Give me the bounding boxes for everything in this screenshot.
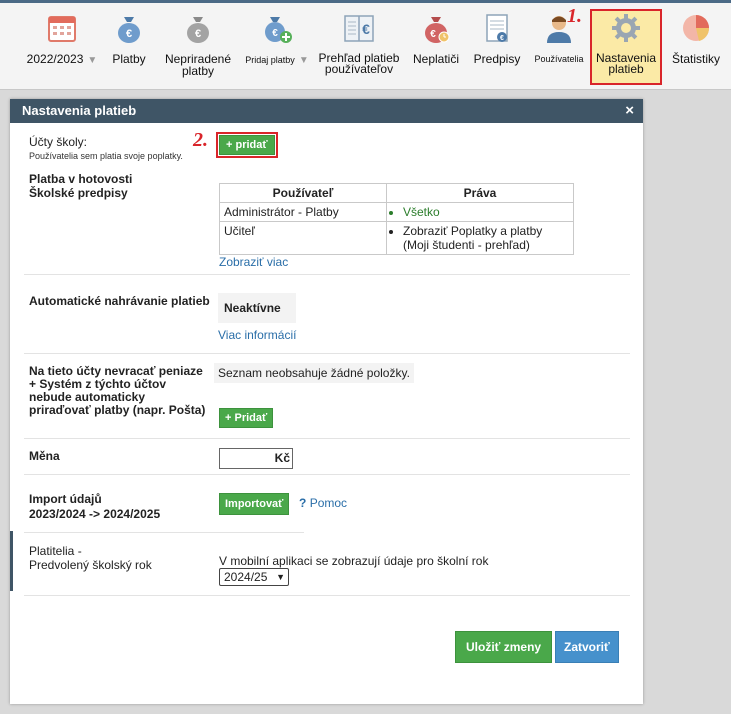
auto-upload-label: Automatické nahrávanie platieb	[29, 294, 210, 308]
close-button[interactable]: Zatvoriť	[555, 631, 619, 663]
empty-list-text: Seznam neobsahuje žádné položky.	[214, 363, 414, 383]
rights-item: Všetko	[403, 205, 569, 219]
row-rights: Zobraziť Poplatky a platby (Moji študent…	[386, 221, 574, 255]
toolbar-prescriptions-label: Predpisy	[473, 52, 521, 66]
payment-settings-dialog: Nastavenia platieb × Účty školy: Používa…	[10, 99, 643, 704]
calendar-icon	[48, 16, 76, 42]
toolbar-payment-settings[interactable]: Nastavenia platieb	[592, 11, 660, 75]
toolbar-users-payments-overview[interactable]: € Prehľad platieb používateľov	[314, 11, 404, 75]
money-bag-euro-icon: €	[118, 17, 140, 43]
svg-text:€: €	[500, 35, 504, 42]
rights-table-header: Používateľ Práva	[219, 183, 574, 203]
toolbar: 2022/2023 ▼ € Platby € Nepriradené platby…	[0, 3, 731, 90]
svg-text:€: €	[195, 28, 201, 40]
toolbar-non-payers-label: Neplatiči	[412, 52, 460, 66]
import-label: Import údajů	[29, 492, 102, 506]
svg-text:€: €	[430, 29, 436, 40]
toolbar-statistics[interactable]: Štatistiky	[668, 11, 724, 65]
svg-text:€: €	[362, 21, 370, 37]
school-accounts-note: Používatelia sem platia svoje poplatky.	[29, 151, 183, 161]
show-more-link[interactable]: Zobraziť viac	[219, 255, 288, 269]
step-1-annotation: 1.	[567, 5, 582, 27]
divider	[24, 438, 630, 439]
divider	[24, 532, 304, 533]
divider	[24, 474, 630, 475]
cash-payment-label: Platba v hotovosti	[29, 172, 133, 186]
payers-label: Platitelia -	[29, 544, 82, 558]
question-icon: ?	[299, 496, 307, 510]
toolbar-users-payments-overview-label: Prehľad platieb používateľov	[318, 51, 400, 76]
school-accounts-label: Účty školy:	[29, 135, 88, 149]
add-account-button[interactable]: + pridať	[219, 135, 275, 155]
table-row: Učiteľ Zobraziť Poplatky a platby (Moji …	[219, 221, 574, 255]
svg-text:€: €	[126, 28, 132, 40]
column-header-rights: Práva	[386, 183, 574, 203]
chevron-down-icon: ▼	[276, 572, 285, 582]
rights-table: Používateľ Práva Administrátor - Platby …	[219, 183, 574, 255]
toolbar-payments-label: Platby	[112, 52, 146, 66]
toolbar-users-label: Používatelia	[534, 54, 584, 64]
document-euro-icon: €	[486, 14, 508, 42]
help-label: Pomoc	[309, 496, 348, 510]
help-link[interactable]: ? Pomoc	[299, 496, 347, 510]
dialog-header: Nastavenia platieb ×	[10, 99, 643, 123]
toolbar-statistics-label: Štatistiky	[671, 52, 720, 66]
close-icon[interactable]: ×	[625, 99, 634, 123]
toolbar-payment-settings-label: Nastavenia platieb	[595, 51, 657, 76]
toolbar-prescriptions[interactable]: € Predpisy	[470, 11, 524, 65]
pie-chart-icon	[683, 15, 710, 41]
money-bag-add-icon: €	[265, 17, 292, 43]
default-school-year-label: Predvolený školský rok	[29, 558, 152, 572]
toolbar-payments[interactable]: € Platby	[106, 11, 152, 65]
add-account-highlight: + pridať	[216, 132, 278, 158]
toolbar-unassigned-payments-label: Nepriradené platby	[164, 52, 232, 78]
divider	[24, 274, 630, 275]
row-user: Administrátor - Platby	[219, 202, 387, 222]
toolbar-school-year-label: 2022/2023	[26, 52, 84, 66]
currency-input[interactable]: Kč	[219, 448, 293, 469]
toolbar-non-payers[interactable]: € Neplatiči	[410, 11, 462, 65]
table-row: Administrátor - Platby Všetko	[219, 202, 574, 222]
svg-text:€: €	[272, 28, 278, 39]
toolbar-school-year[interactable]: 2022/2023 ▼	[22, 11, 102, 67]
dialog-title: Nastavenia platieb	[22, 103, 137, 118]
row-user: Učiteľ	[219, 221, 387, 255]
divider	[24, 595, 630, 596]
toolbar-unassigned-payments[interactable]: € Nepriradené platby	[160, 11, 236, 77]
add-no-return-account-button[interactable]: + Pridať	[219, 408, 274, 428]
toolbar-add-payments-label: Pridaj platby	[245, 55, 295, 65]
toolbar-add-payments[interactable]: € Pridaj platby ▼	[242, 11, 312, 67]
currency-label: Měna	[29, 449, 60, 463]
school-year-select[interactable]: 2024/25 ▼	[219, 568, 289, 586]
save-changes-button[interactable]: Uložiť zmeny	[455, 631, 553, 663]
auto-upload-status: Neaktívne	[224, 301, 281, 315]
column-header-user: Používateľ	[219, 183, 387, 203]
money-bag-clock-icon: €	[425, 17, 450, 43]
chevron-down-icon: ▼	[87, 55, 98, 66]
school-year-select-value: 2024/25	[224, 570, 268, 584]
chevron-down-icon: ▼	[298, 55, 309, 66]
row-rights: Všetko	[386, 202, 574, 222]
divider	[24, 353, 630, 354]
import-button[interactable]: Importovať	[219, 493, 290, 515]
step-2-annotation: 2.	[193, 129, 208, 151]
mobile-app-year-description: V mobilní aplikaci se zobrazují údaje pr…	[219, 554, 489, 568]
dialog-side-indicator	[10, 531, 13, 591]
gear-icon	[612, 14, 640, 42]
school-prescriptions-label: Školské predpisy	[29, 186, 128, 200]
rights-item: Zobraziť Poplatky a platby (Moji študent…	[403, 224, 569, 252]
money-bag-unassigned-icon: €	[187, 17, 209, 43]
ledger-euro-icon: €	[344, 15, 374, 42]
no-return-accounts-label: Na tieto účty nevracať peniaze + Systém …	[29, 364, 206, 417]
auto-upload-status-box: Neaktívne	[218, 293, 296, 323]
more-info-link[interactable]: Viac informácií	[218, 328, 296, 342]
import-years-label: 2023/2024 -> 2024/2025	[29, 507, 161, 521]
